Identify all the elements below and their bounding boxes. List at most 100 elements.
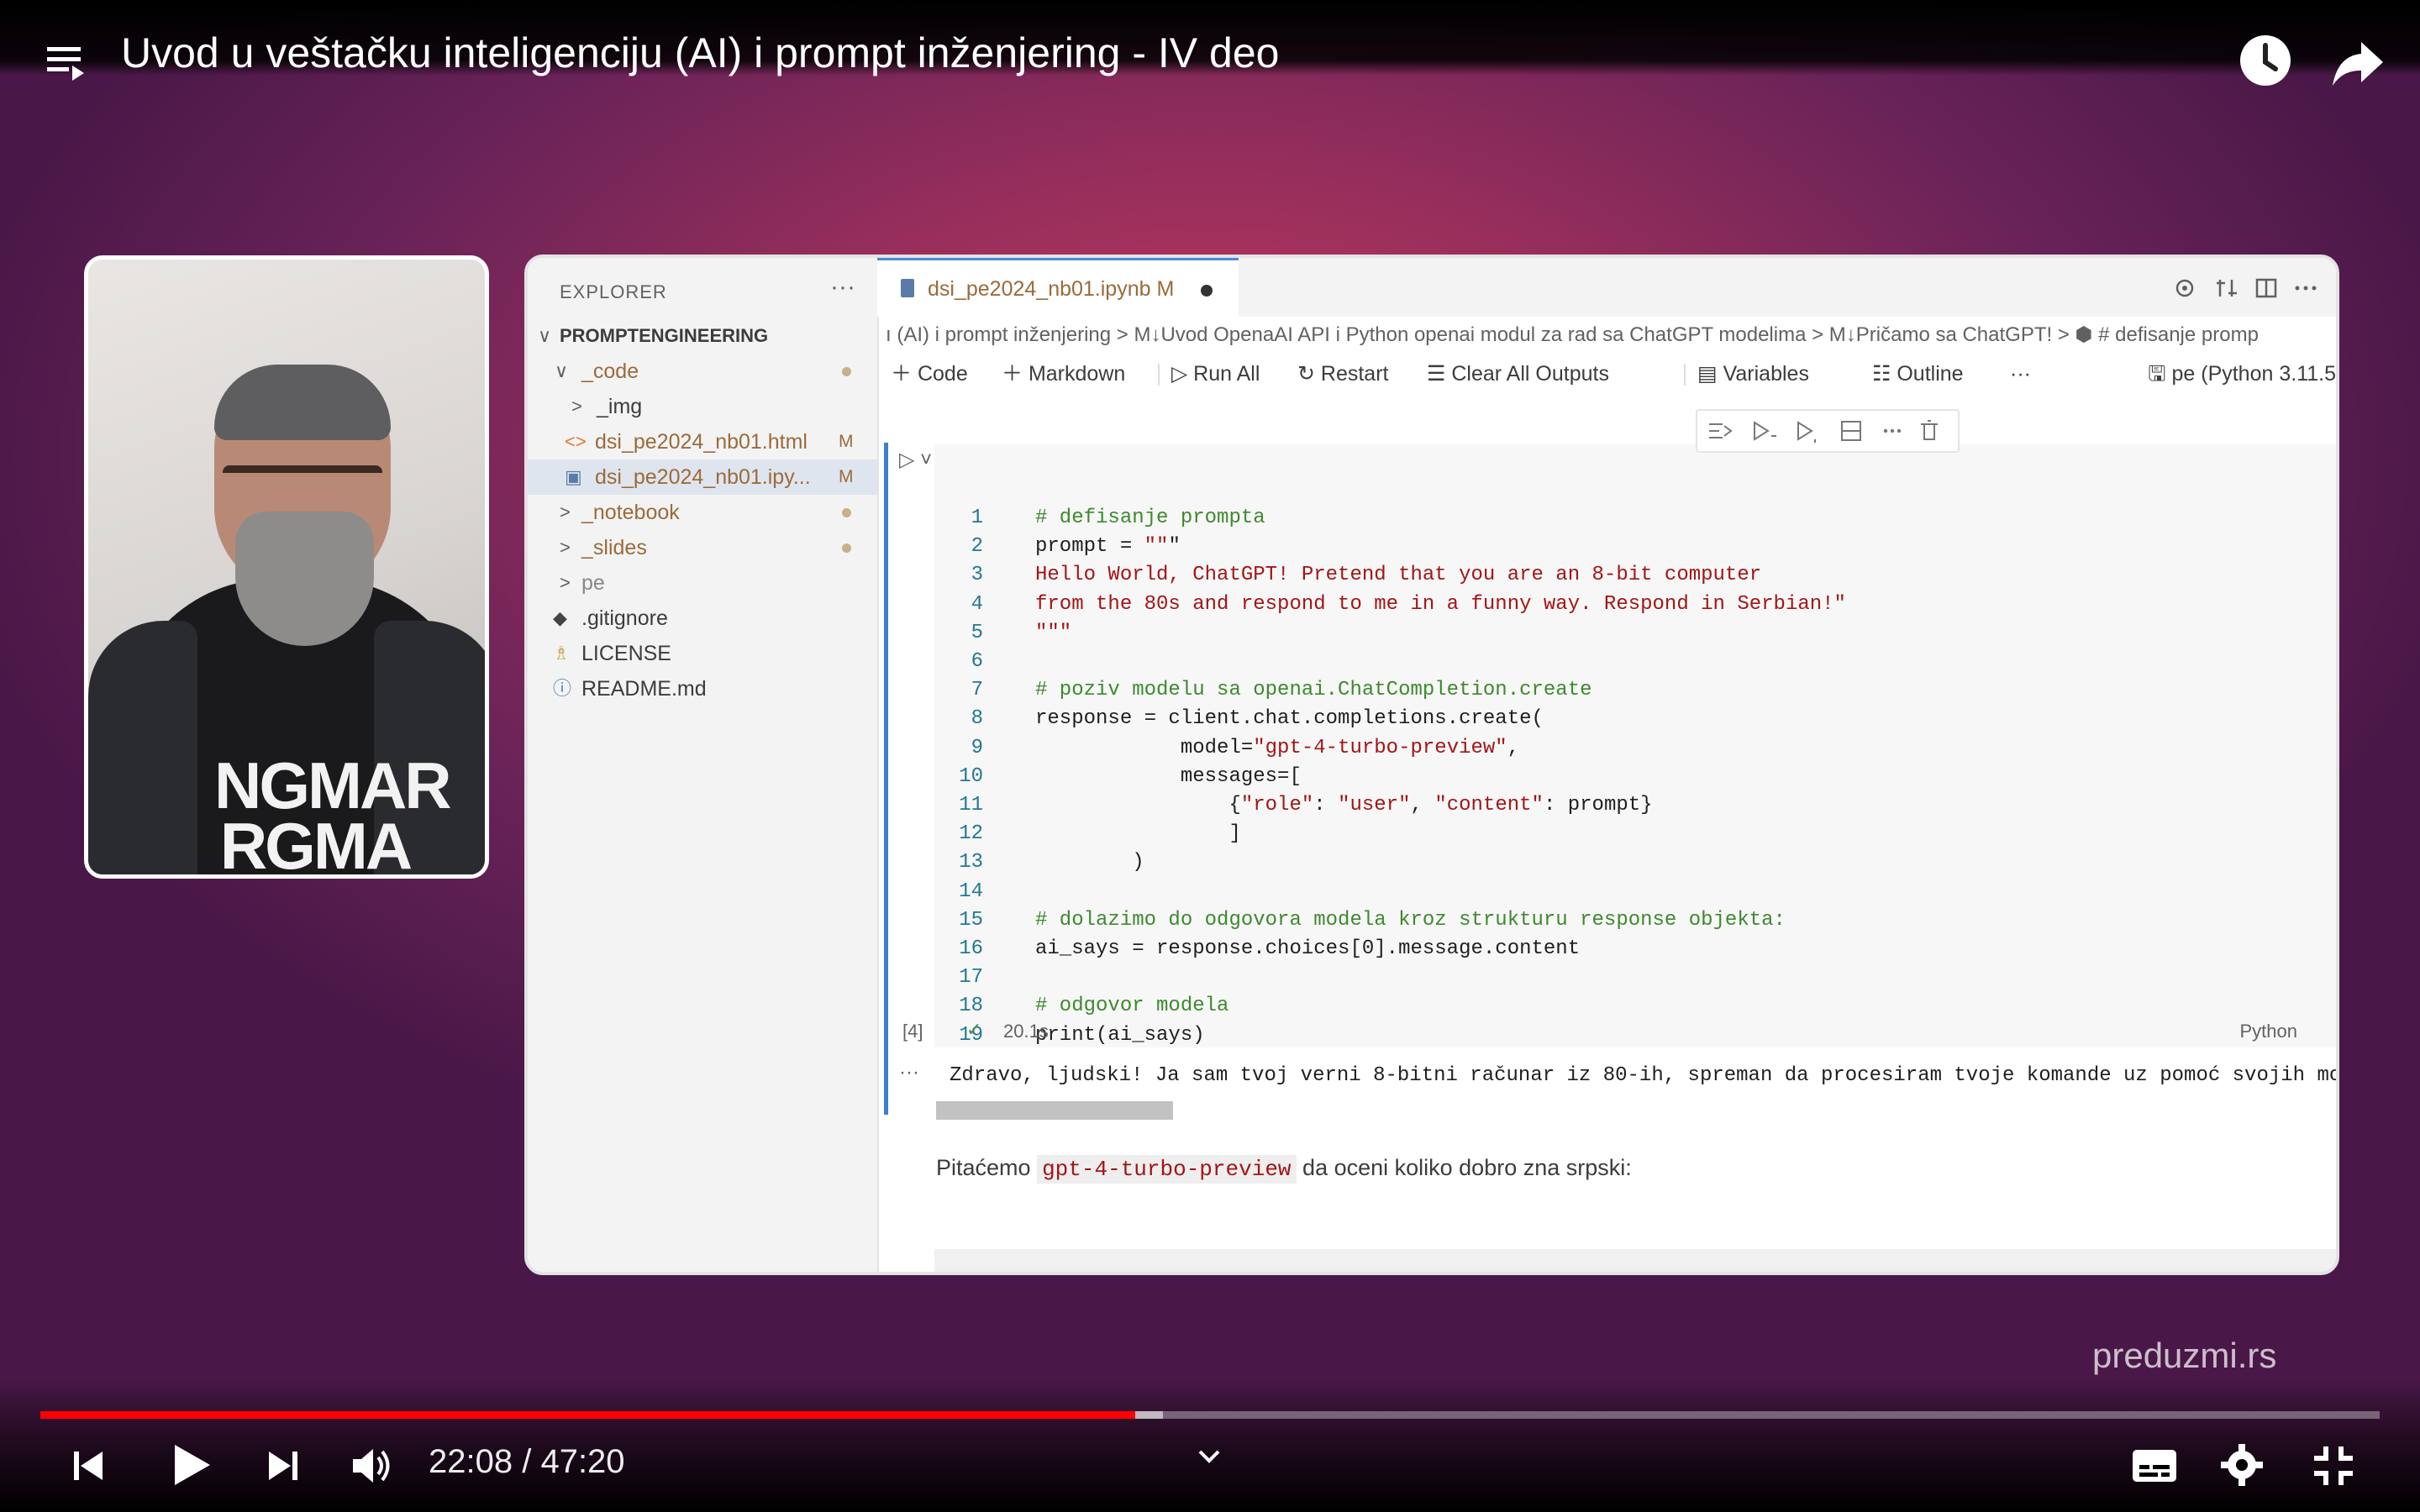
- tree-item-pe[interactable]: > pe: [528, 565, 877, 601]
- explorer-sidebar: EXPLORER ··· ∨ PROMPTENGINEERING ∨ _code…: [528, 258, 879, 1272]
- subtitles-icon[interactable]: [2131, 1446, 2178, 1485]
- cell-language[interactable]: Python: [2240, 1021, 2298, 1042]
- presenter-camera: NGMAR RGMA: [84, 255, 489, 879]
- variables-button[interactable]: ▤ Variables: [1697, 352, 1809, 396]
- notebook-file-icon: ▣: [565, 466, 582, 487]
- tree-item-gitignore[interactable]: ◆ .gitignore: [528, 601, 877, 636]
- tree-item-label: _code: [581, 360, 639, 383]
- tree-item-label: README.md: [581, 677, 707, 701]
- line-number: 9: [971, 736, 983, 759]
- line-number: 7: [971, 679, 983, 702]
- code-line: # poziv modelu sa openai.ChatCompletion.…: [1035, 679, 1592, 702]
- progress-bar[interactable]: [40, 1411, 2380, 1419]
- line-number: 10: [959, 764, 983, 788]
- unsaved-dot-icon[interactable]: [1201, 285, 1213, 297]
- markdown-cell[interactable]: Pitaćemo gpt-4-turbo-preview da oceni ko…: [936, 1155, 1632, 1184]
- line-number: 12: [959, 822, 983, 846]
- modified-dot: [842, 508, 851, 517]
- vscode-window: EXPLORER ··· ∨ PROMPTENGINEERING ∨ _code…: [524, 255, 2339, 1275]
- modified-dot: [842, 367, 851, 376]
- tree-item-label: pe: [581, 571, 605, 595]
- run-by-line-icon: [1754, 421, 1776, 441]
- run-above-icon: [1709, 423, 1733, 438]
- add-markdown-cell-button[interactable]: ＋ Markdown: [1002, 352, 1125, 396]
- line-number: 13: [959, 851, 983, 874]
- run-all-button[interactable]: ▷ Run All: [1171, 352, 1260, 396]
- license-icon: ♗: [553, 643, 570, 664]
- execution-count: [4]: [902, 1021, 923, 1042]
- share-icon[interactable]: [2331, 35, 2385, 89]
- notebook-file-icon: [901, 279, 914, 297]
- chevron-right-icon: >: [571, 396, 582, 417]
- play-icon[interactable]: [168, 1441, 213, 1488]
- clear-outputs-button[interactable]: ☰ Clear All Outputs: [1427, 352, 1609, 396]
- outline-button[interactable]: ☷ Outline: [1872, 352, 1964, 396]
- code-line: # defisanje prompta: [1035, 507, 1265, 529]
- tree-item-readme[interactable]: ⓘ README.md: [528, 671, 877, 706]
- tree-item-img[interactable]: > _img: [528, 389, 877, 424]
- chevron-down-icon[interactable]: [1197, 1448, 1222, 1465]
- tab-notebook[interactable]: dsi_pe2024_nb01.ipynb M: [877, 258, 1239, 317]
- code-line: ]: [1035, 822, 1241, 846]
- tree-item-license[interactable]: ♗ LICENSE: [528, 636, 877, 671]
- line-number: 17: [959, 966, 983, 990]
- exit-fullscreen-icon[interactable]: [2312, 1445, 2354, 1487]
- editor-actions[interactable]: [2170, 273, 2329, 303]
- tab-bar: dsi_pe2024_nb01.ipynb M: [877, 258, 2336, 317]
- add-code-cell-button[interactable]: ＋ Code: [891, 352, 968, 396]
- video-title[interactable]: Uvod u veštačku inteligenciju (AI) i pro…: [121, 29, 1279, 77]
- code-line: """: [1035, 621, 1072, 644]
- tree-item-label: dsi_pe2024_nb01.html: [595, 430, 808, 454]
- chevron-right-icon: >: [560, 572, 571, 593]
- code-line: Hello World, ChatGPT! Pretend that you a…: [1035, 564, 1762, 587]
- line-number: 8: [971, 707, 983, 731]
- time-display: 22:08 / 47:20: [429, 1443, 625, 1480]
- output-scrollbar[interactable]: [936, 1101, 1173, 1120]
- tree-item-label: _img: [597, 395, 643, 418]
- run-below-icon: [1797, 421, 1816, 443]
- kernel-picker[interactable]: 🖫 pe (Python 3.11.5: [2148, 352, 2336, 396]
- chevron-right-icon: >: [560, 537, 571, 558]
- shirt-print: NGMAR RGMA: [214, 748, 452, 879]
- explorer-root[interactable]: ∨ PROMPTENGINEERING: [528, 318, 877, 354]
- tab-label: dsi_pe2024_nb01.ipynb M: [928, 277, 1175, 301]
- code-line: prompt = """: [1035, 535, 1181, 559]
- breadcrumb[interactable]: ı (AI) i prompt inženjering > M↓Uvod Ope…: [886, 318, 2336, 352]
- code-line: {"role": "user", "content": prompt}: [1035, 794, 1653, 816]
- tree-item-label: LICENSE: [581, 642, 671, 665]
- cell-toolbar[interactable]: [1696, 409, 1960, 453]
- playlist-icon[interactable]: [44, 40, 91, 87]
- output-more-button[interactable]: ···: [899, 1061, 919, 1084]
- restart-button[interactable]: ↻ Restart: [1297, 352, 1389, 396]
- cell-output: Zdravo, ljudski! Ja sam tvoj verni 8-bit…: [950, 1064, 2339, 1087]
- presenter-beard: [235, 512, 374, 646]
- run-cell-button[interactable]: ▷ ˅: [899, 448, 932, 472]
- toolbar-more-button[interactable]: ···: [2010, 352, 2031, 396]
- tree-item-slides[interactable]: > _slides: [528, 530, 877, 565]
- tree-item-code[interactable]: ∨ _code: [528, 354, 877, 389]
- code-line: model="gpt-4-turbo-preview",: [1035, 736, 1520, 759]
- next-icon[interactable]: [264, 1446, 302, 1485]
- tree-item-label: dsi_pe2024_nb01.ipy...: [595, 465, 811, 489]
- code-line: ): [1035, 851, 1144, 874]
- volume-icon[interactable]: [350, 1445, 393, 1487]
- tree-item-notebook[interactable]: > _notebook: [528, 495, 877, 530]
- git-icon: ◆: [553, 607, 567, 628]
- previous-icon[interactable]: [69, 1446, 108, 1485]
- delete-cell-icon: [1921, 420, 1938, 440]
- html-file-icon: <>: [565, 431, 587, 452]
- tree-item-label: .gitignore: [581, 606, 668, 630]
- progress-played: [40, 1411, 1135, 1419]
- explorer-more-button[interactable]: ···: [830, 273, 855, 302]
- code-line: ai_says = response.choices[0].message.co…: [1035, 937, 1581, 960]
- more-icon: [1883, 428, 1902, 433]
- tree-item-html-file[interactable]: <> dsi_pe2024_nb01.html M: [528, 424, 877, 459]
- tree-item-notebook-file[interactable]: ▣ dsi_pe2024_nb01.ipy... M: [528, 459, 877, 495]
- code-line: from the 80s and respond to me in a funn…: [1035, 592, 1846, 616]
- line-number: 3: [971, 564, 983, 587]
- watch-later-icon[interactable]: [2238, 34, 2292, 87]
- line-number: 14: [959, 879, 983, 903]
- next-cell[interactable]: [934, 1249, 2336, 1272]
- tree-item-label: _slides: [581, 536, 647, 559]
- settings-gear-icon[interactable]: [2220, 1443, 2264, 1487]
